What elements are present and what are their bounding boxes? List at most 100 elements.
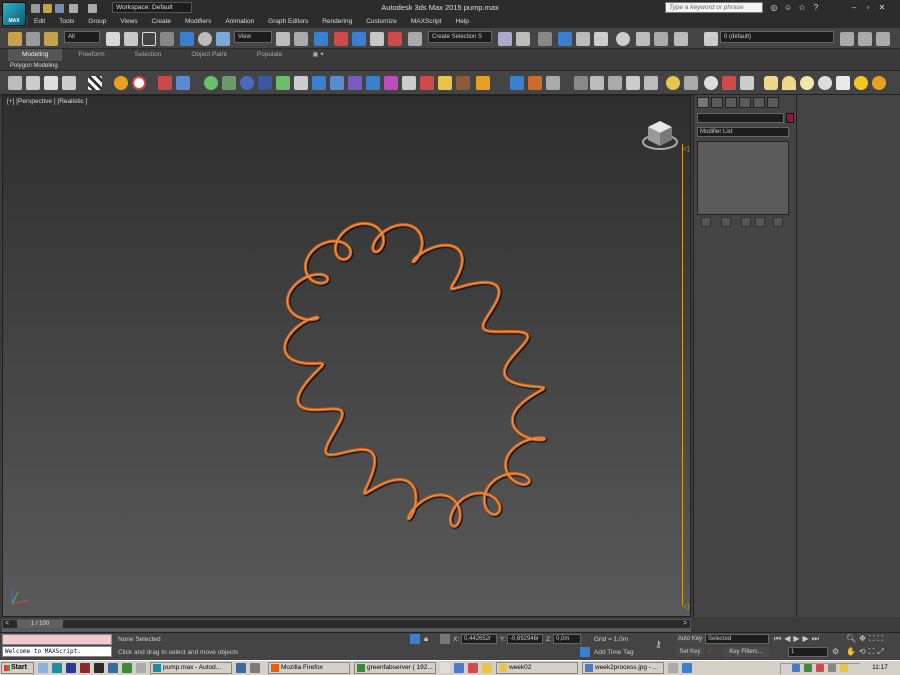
hedra-icon[interactable] bbox=[384, 76, 398, 90]
polygon-modeling-panel-label[interactable]: Polygon Modeling bbox=[0, 61, 68, 71]
unlink-icon[interactable] bbox=[26, 32, 40, 46]
taskbar-app-icon-a[interactable] bbox=[440, 663, 450, 673]
particle-system-icon[interactable] bbox=[158, 76, 172, 90]
box-icon[interactable] bbox=[348, 76, 362, 90]
layer-dropdown[interactable]: 0 (default) bbox=[720, 31, 834, 43]
show-desktop-icon[interactable] bbox=[38, 663, 48, 673]
render-effect-icon[interactable] bbox=[722, 76, 736, 90]
tab-selection[interactable]: Selection bbox=[121, 49, 176, 61]
teapot-icon[interactable] bbox=[258, 76, 272, 90]
network-tray-icon[interactable] bbox=[792, 664, 800, 672]
object-color-swatch[interactable] bbox=[786, 113, 794, 123]
new-file-icon[interactable] bbox=[31, 4, 40, 13]
menu-edit[interactable]: Edit bbox=[28, 16, 51, 27]
remove-modifier-icon[interactable] bbox=[755, 217, 765, 227]
selection-filter-dropdown[interactable]: All bbox=[64, 31, 100, 43]
x-coordinate-field[interactable]: 0,442652r bbox=[461, 634, 497, 644]
rendered-frame-window-icon[interactable] bbox=[654, 32, 668, 46]
taskbar-app-icon-d[interactable] bbox=[482, 663, 492, 673]
add-time-tag-button[interactable]: Add Time Tag bbox=[594, 647, 634, 658]
named-selection-set-dropdown[interactable]: Create Selection S bbox=[428, 31, 492, 43]
create-tab-icon[interactable] bbox=[697, 97, 709, 108]
minimize-icon[interactable]: – bbox=[848, 2, 860, 13]
motion-tab-icon[interactable] bbox=[739, 97, 751, 108]
pin-stack-icon[interactable] bbox=[701, 217, 711, 227]
select-object-icon[interactable] bbox=[106, 32, 120, 46]
maximize-icon[interactable]: ▫ bbox=[862, 2, 874, 13]
geosphere-icon[interactable] bbox=[312, 76, 326, 90]
torus-icon[interactable] bbox=[240, 76, 254, 90]
sphere-light-icon[interactable] bbox=[800, 76, 814, 90]
material-editor-icon[interactable] bbox=[616, 32, 630, 46]
select-in-layer-icon[interactable] bbox=[876, 32, 890, 46]
key-mode-dropdown[interactable]: Selected bbox=[705, 634, 769, 644]
viewport-label[interactable]: [+] [Perspective ] [Realistic ] bbox=[7, 98, 87, 105]
acrobat-quicklaunch-icon[interactable] bbox=[80, 663, 90, 673]
undo-icon[interactable] bbox=[69, 4, 78, 13]
spreadsheet-icon[interactable] bbox=[644, 76, 658, 90]
unlink-icon[interactable] bbox=[26, 76, 40, 90]
render-production-icon[interactable] bbox=[674, 32, 688, 46]
make-unique-icon[interactable] bbox=[741, 217, 751, 227]
current-frame-field[interactable]: 1 bbox=[788, 647, 828, 657]
time-slider[interactable]: < 1 / 100 > bbox=[2, 619, 691, 629]
tab-freeform[interactable]: Freeform bbox=[64, 49, 118, 61]
3dsmax-quicklaunch-icon[interactable] bbox=[52, 663, 62, 673]
particle-view-icon[interactable] bbox=[176, 76, 190, 90]
select-and-manipulate-icon[interactable] bbox=[294, 32, 308, 46]
select-and-link-icon[interactable] bbox=[8, 32, 22, 46]
grid-icon[interactable] bbox=[626, 76, 640, 90]
hierarchy-icon[interactable] bbox=[574, 76, 588, 90]
account-icon[interactable]: ☺ bbox=[782, 2, 794, 13]
align-icon[interactable] bbox=[516, 32, 530, 46]
modify-tab-icon[interactable] bbox=[711, 97, 723, 108]
scene-explorer-icon[interactable] bbox=[558, 32, 572, 46]
excel-quicklaunch-icon[interactable] bbox=[122, 663, 132, 673]
move-gizmo-icon[interactable] bbox=[510, 76, 524, 90]
sun-icon[interactable] bbox=[854, 76, 868, 90]
spinner-snap-icon[interactable] bbox=[388, 32, 402, 46]
start-button[interactable]: Start bbox=[1, 662, 34, 674]
render-setup-icon[interactable] bbox=[636, 32, 650, 46]
rename-icon[interactable] bbox=[44, 76, 58, 90]
window-crossing-icon[interactable] bbox=[160, 32, 174, 46]
capsule-icon[interactable] bbox=[402, 76, 416, 90]
close-icon[interactable]: ✕ bbox=[876, 2, 888, 13]
favorites-icon[interactable]: ☆ bbox=[796, 2, 808, 13]
redo-icon[interactable] bbox=[88, 4, 97, 13]
add-to-layer-icon[interactable] bbox=[858, 32, 872, 46]
taskbar-item-firefox[interactable]: Mozilla Firefox bbox=[268, 662, 350, 674]
taskbar-item-week02[interactable]: week02 bbox=[496, 662, 578, 674]
help-icon[interactable]: ? bbox=[810, 2, 822, 13]
menu-views[interactable]: Views bbox=[114, 16, 143, 27]
curve-editor-icon[interactable] bbox=[576, 32, 590, 46]
maxscript-output[interactable]: Welcome to MAXScript. bbox=[2, 646, 112, 657]
create-new-layer-icon[interactable] bbox=[840, 32, 854, 46]
skylight-icon[interactable] bbox=[818, 76, 832, 90]
omni-light-icon[interactable] bbox=[872, 76, 886, 90]
taskbar-app-icon-c[interactable] bbox=[468, 663, 478, 673]
keyboard-shortcut-override-icon[interactable] bbox=[314, 32, 328, 46]
checker-icon[interactable] bbox=[88, 76, 102, 90]
dome-icon[interactable] bbox=[782, 76, 796, 90]
percent-snap-icon[interactable] bbox=[370, 32, 384, 46]
application-logo-button[interactable]: MAX bbox=[2, 2, 26, 26]
security-tray-icon[interactable] bbox=[840, 664, 848, 672]
rotate-gizmo-icon[interactable] bbox=[528, 76, 542, 90]
maxscript-mini-listener[interactable] bbox=[2, 634, 112, 645]
y-coordinate-field[interactable]: -0,692946r bbox=[507, 634, 543, 644]
viewcube[interactable] bbox=[640, 118, 680, 152]
sphere-icon[interactable] bbox=[114, 76, 128, 90]
camera-icon[interactable] bbox=[590, 76, 604, 90]
explorer-quicklaunch-icon[interactable] bbox=[136, 663, 146, 673]
pivot-center-icon[interactable] bbox=[276, 32, 290, 46]
light-bulb-icon[interactable] bbox=[764, 76, 778, 90]
taskbar-group-icon-2[interactable] bbox=[250, 663, 260, 673]
taskbar-item-3dsmax[interactable]: pump.max - Autod... bbox=[150, 662, 232, 674]
absolute-mode-icon[interactable] bbox=[440, 634, 450, 644]
time-slider-knob[interactable]: 1 / 100 bbox=[17, 620, 63, 628]
edit-named-selection-icon[interactable] bbox=[408, 32, 422, 46]
taskbar-group-icon[interactable] bbox=[236, 663, 246, 673]
set-key-button[interactable]: Set Key bbox=[676, 647, 704, 657]
layer-manager-icon[interactable] bbox=[704, 32, 718, 46]
